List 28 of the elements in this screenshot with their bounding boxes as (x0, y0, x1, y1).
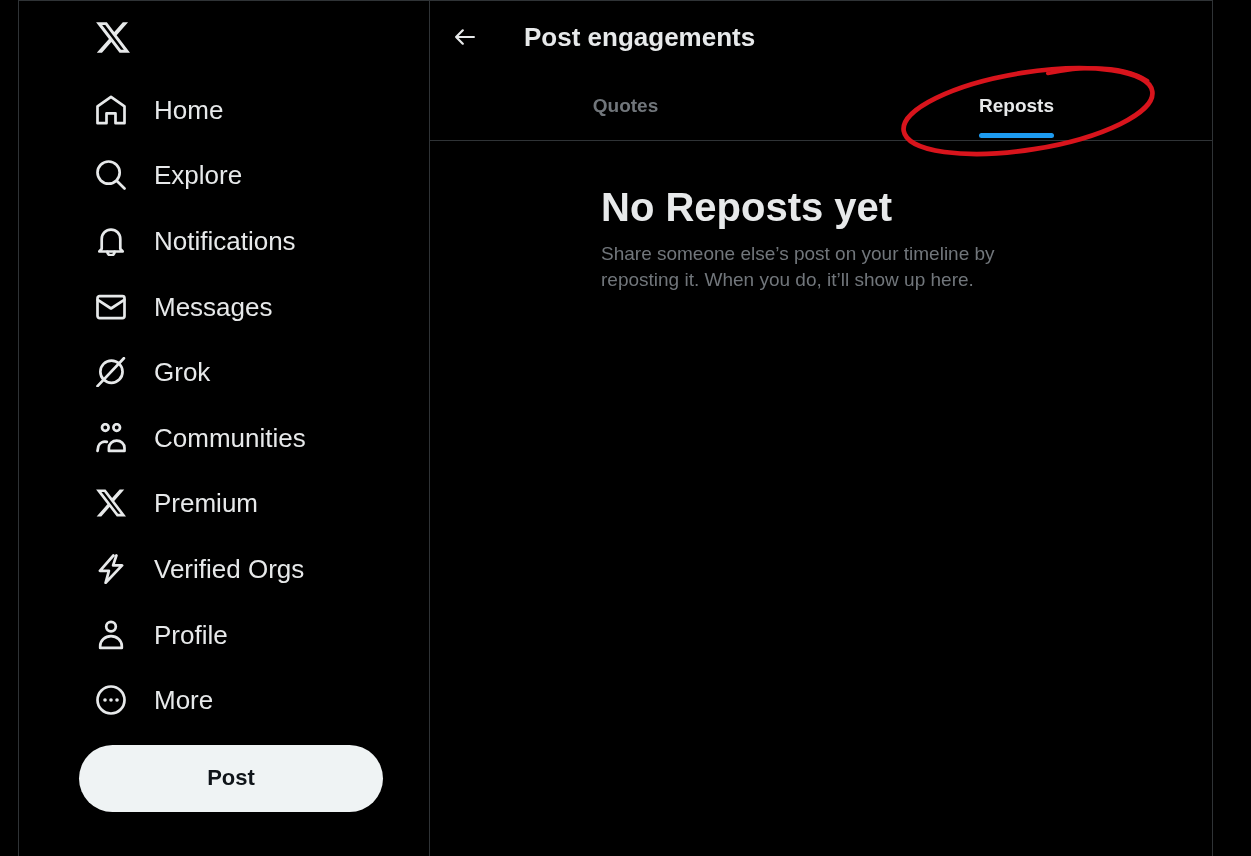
nav-link[interactable]: Home (96, 77, 224, 143)
empty-state-message: Share someone else’s post on your timeline by reposting it. When you do, it’ll show up here. (601, 242, 996, 292)
nav-link[interactable]: Messages (96, 273, 273, 340)
home-icon (96, 94, 126, 125)
nav-link[interactable]: More (96, 667, 214, 733)
nav-link[interactable]: Verified Orgs (96, 536, 305, 602)
back-button[interactable] (455, 28, 475, 45)
nav-link[interactable]: Notifications (96, 208, 296, 274)
empty-state-title: No Reposts yet (601, 184, 894, 231)
tab[interactable]: Quotes (430, 72, 821, 140)
more-icon (96, 685, 126, 716)
nav-link[interactable]: Explore (96, 142, 243, 209)
search-icon (96, 160, 126, 191)
person-icon (96, 619, 126, 650)
nav-link[interactable]: Communities (96, 404, 306, 471)
nav-link[interactable]: Grok (96, 339, 211, 405)
tab[interactable]: Reposts (821, 72, 1212, 140)
slashed-circle-icon (96, 357, 126, 388)
nav-link[interactable]: Profile (96, 601, 228, 668)
lightning-icon (96, 553, 126, 584)
post-button[interactable]: Post (79, 744, 383, 812)
bell-icon (96, 226, 126, 256)
people-icon (96, 422, 126, 453)
nav-link[interactable]: Premium (96, 470, 258, 537)
page-title: Post engagements (524, 20, 756, 53)
x-logo[interactable] (96, 22, 130, 53)
x-logo-icon (96, 488, 126, 519)
arrow-left-icon (455, 28, 475, 45)
